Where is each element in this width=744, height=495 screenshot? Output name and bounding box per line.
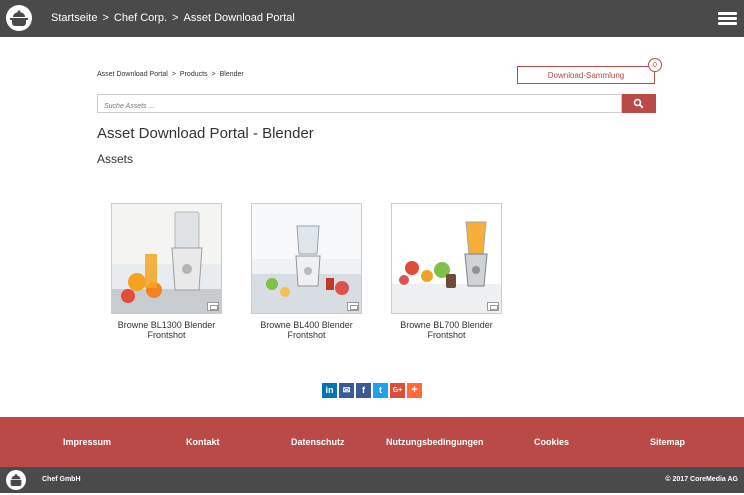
asset-thumbnail[interactable] [391, 203, 502, 314]
breadcrumb-top: Startseite > Chef Corp. > Asset Download Por… [51, 12, 295, 24]
asset-name[interactable]: Browne BL1300 Blender Frontshot [111, 320, 222, 340]
breadcrumb-separator: > [211, 71, 216, 78]
asset-thumbnail[interactable] [251, 203, 362, 314]
download-count-badge: 0 [648, 58, 662, 72]
breadcrumb-link-chef-corp[interactable]: Chef Corp. [114, 12, 167, 24]
bottom-bar: Chef GmbH © 2017 CoreMedia AG [0, 467, 744, 493]
search-button[interactable] [622, 94, 656, 113]
asset-thumbnail[interactable] [111, 203, 222, 314]
search-field [97, 94, 622, 115]
footer-link-impressum[interactable]: Impressum [63, 437, 111, 447]
breadcrumb-separator: > [171, 71, 176, 78]
facebook-icon[interactable]: f [356, 383, 371, 398]
hamburger-icon[interactable] [718, 12, 737, 26]
email-icon[interactable]: ✉ [339, 383, 354, 398]
footer-link-sitemap[interactable]: Sitemap [650, 437, 685, 447]
section-heading-assets: Assets [97, 152, 134, 166]
search-icon [633, 98, 644, 109]
top-navigation-bar: Startseite > Chef Corp. > Asset Download Por… [0, 0, 744, 37]
footer-link-cookies[interactable]: Cookies [534, 437, 569, 447]
download-collection-button[interactable]: Download-Sammlung [517, 66, 655, 84]
linkedin-icon[interactable]: in [322, 383, 337, 398]
footer-link-kontakt[interactable]: Kontakt [186, 437, 220, 447]
twitter-icon[interactable]: t [373, 383, 388, 398]
breadcrumb-link-products[interactable]: Products [180, 71, 208, 78]
footer-link-nutzungsbedingungen[interactable]: Nutzungsbedingungen [386, 437, 483, 447]
add-more-icon[interactable]: + [407, 383, 422, 398]
image-type-icon [347, 302, 359, 311]
image-type-icon [487, 302, 499, 311]
breadcrumb: Asset Download Portal > Products > Blender [97, 71, 244, 78]
breadcrumb-current-blender: Blender [219, 71, 244, 78]
footer: Impressum Kontakt Datenschutz Nutzungsbe… [0, 417, 744, 467]
copyright: © 2017 CoreMedia AG [665, 476, 738, 483]
breadcrumb-separator: > [172, 12, 179, 24]
social-share-bar: in ✉ f t G+ + [322, 383, 422, 398]
image-type-icon [207, 302, 219, 311]
breadcrumb-separator: > [102, 12, 109, 24]
company-name: Chef GmbH [42, 476, 81, 483]
breadcrumb-link-startseite[interactable]: Startseite [51, 12, 97, 24]
chef-pot-icon [6, 470, 26, 490]
asset-card[interactable]: Browne BL400 Blender Frontshot [251, 203, 362, 340]
page-title: Asset Download Portal - Blender [97, 125, 314, 142]
asset-name[interactable]: Browne BL400 Blender Frontshot [251, 320, 362, 340]
asset-card[interactable]: Browne BL1300 Blender Frontshot [111, 203, 222, 340]
breadcrumb-link-asset-portal[interactable]: Asset Download Portal [97, 71, 168, 78]
google-plus-icon[interactable]: G+ [390, 383, 405, 398]
footer-link-datenschutz[interactable]: Datenschutz [291, 437, 345, 447]
asset-name[interactable]: Browne BL700 Blender Frontshot [391, 320, 502, 340]
asset-card[interactable]: Browne BL700 Blender Frontshot [391, 203, 502, 340]
search-input[interactable] [98, 98, 610, 115]
breadcrumb-link-asset-portal[interactable]: Asset Download Portal [184, 12, 295, 24]
chef-pot-icon[interactable] [6, 5, 32, 31]
